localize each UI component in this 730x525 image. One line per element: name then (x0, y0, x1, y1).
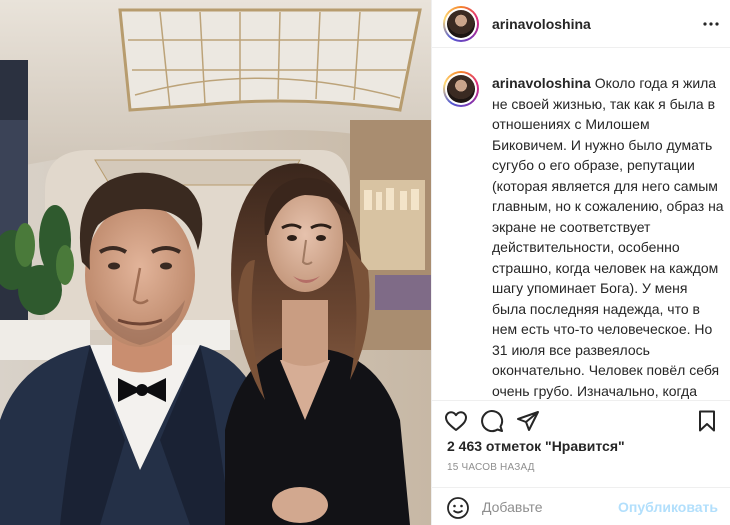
heart-icon[interactable] (444, 409, 468, 433)
author-avatar[interactable] (443, 6, 479, 42)
emoji-smile-icon[interactable] (446, 496, 470, 520)
post-photo[interactable] (0, 0, 431, 525)
caption: arinavoloshina Около года я жила не свое… (492, 73, 724, 400)
caption-area: arinavoloshina Около года я жила не свое… (432, 48, 730, 400)
publish-button[interactable]: Опубликовать (618, 499, 718, 515)
caption-username[interactable]: arinavoloshina (492, 75, 591, 91)
post-header: arinavoloshina (432, 0, 730, 48)
action-bar (432, 400, 730, 440)
likes-count[interactable]: 2 463 отметок "Нравится" (447, 438, 625, 454)
bookmark-icon[interactable] (695, 409, 719, 433)
selfie-image (0, 0, 431, 525)
comment-bar: Опубликовать (432, 487, 730, 525)
post-side-panel: arinavoloshina arinavoloshina Около года… (431, 0, 730, 525)
post-timestamp[interactable]: 15 ЧАСОВ НАЗАД (447, 462, 535, 473)
more-horizontal-icon[interactable] (703, 16, 719, 32)
caption-text: Около года я жила не своей жизнью, так к… (492, 75, 724, 399)
caption-avatar[interactable] (443, 71, 479, 107)
comment-bubble-icon[interactable] (480, 409, 504, 433)
paper-plane-icon[interactable] (516, 409, 540, 433)
author-username[interactable]: arinavoloshina (492, 16, 591, 32)
